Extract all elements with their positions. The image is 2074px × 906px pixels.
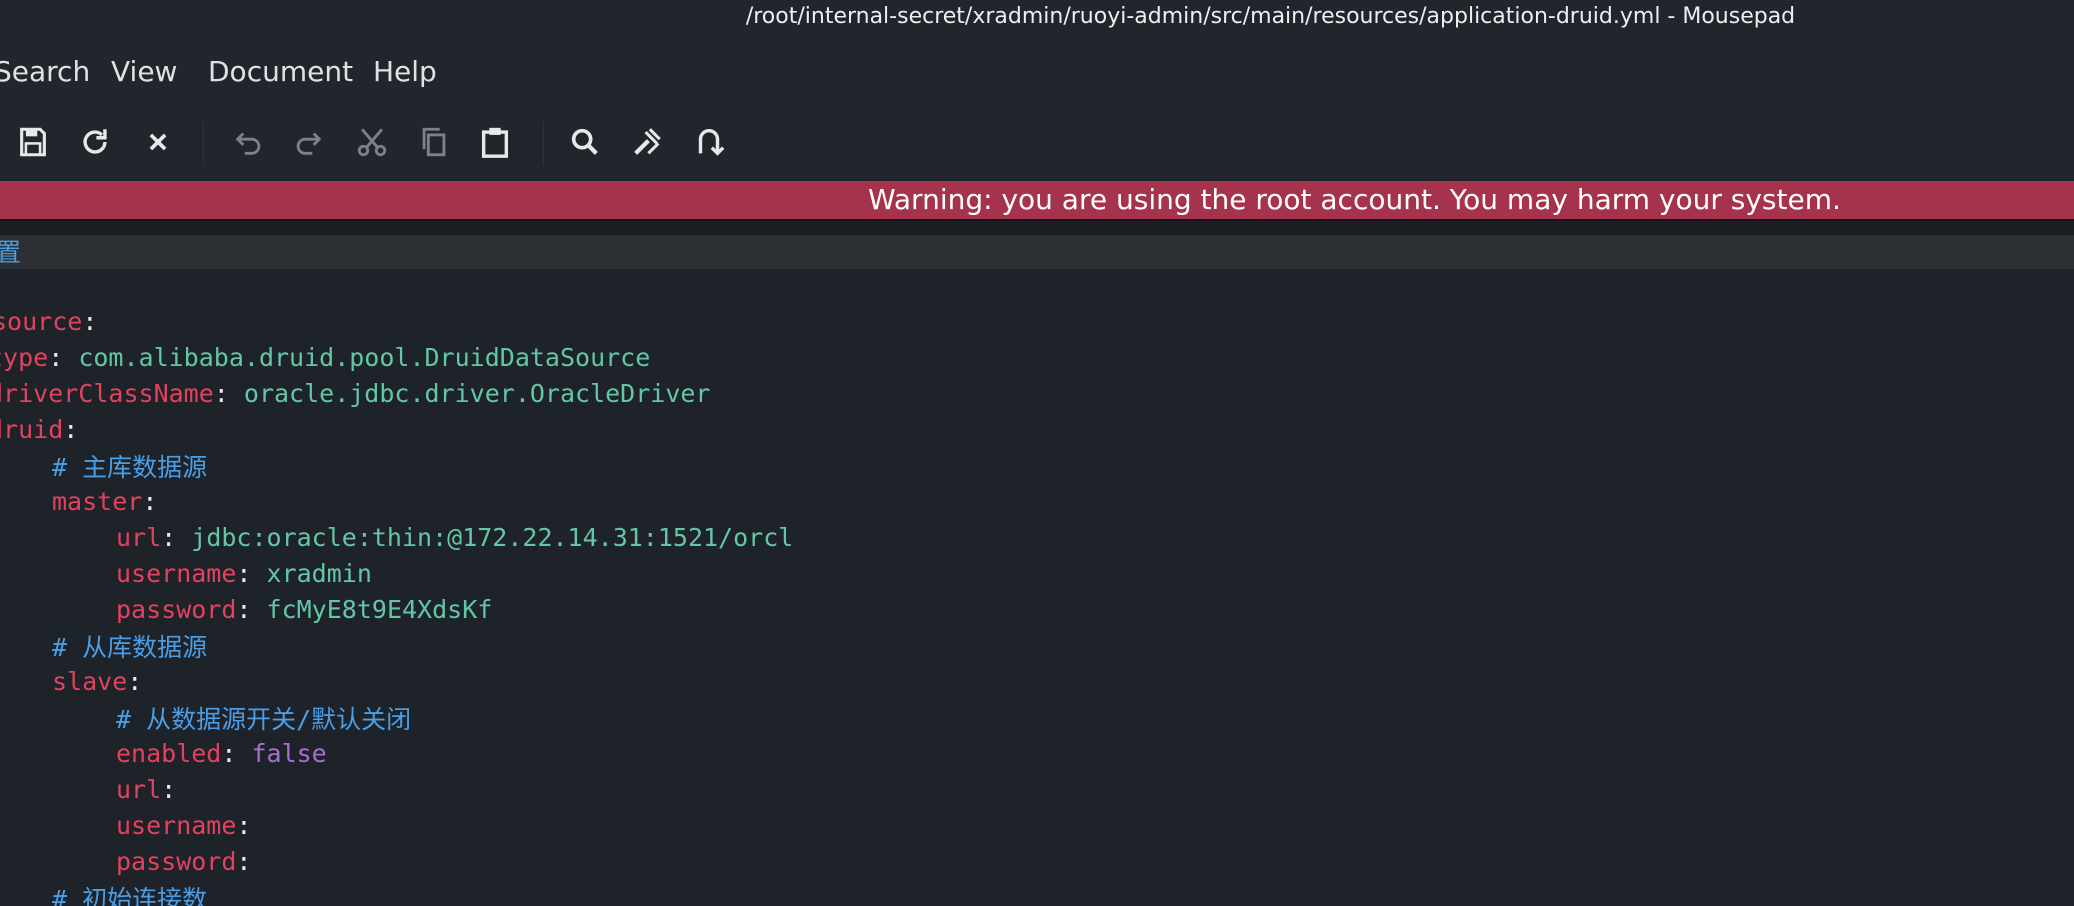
yaml-value: fcMyE8t9E4XdsKf <box>266 595 493 624</box>
code-line: master: <box>52 484 157 520</box>
yaml-boolean: false <box>251 739 327 768</box>
yaml-value: com.alibaba.druid.pool.DruidDataSource <box>78 343 651 372</box>
yaml-colon: : <box>48 343 79 372</box>
yaml-value: jdbc:oracle:thin:@172.22.14.31:1521/orcl <box>191 523 794 552</box>
code-line: username: <box>116 808 251 844</box>
yaml-comment: # 主库数据源 <box>52 453 208 482</box>
yaml-key: master <box>52 487 143 516</box>
code-line: # 从数据源开关/默认关闭 <box>116 702 411 738</box>
code-line: slave: <box>52 664 142 700</box>
code-line: # 从库数据源 <box>52 630 207 666</box>
yaml-comment: 置 <box>0 238 22 267</box>
code-line: driverClassName: oracle.jdbc.driver.Orac… <box>0 376 710 412</box>
code-editor[interactable]: 置 source: type: com.alibaba.druid.pool.D… <box>0 0 2074 906</box>
yaml-comment: # 从库数据源 <box>52 633 208 662</box>
yaml-key: driverClassName <box>0 379 214 408</box>
yaml-colon: : <box>236 595 267 624</box>
yaml-colon: : <box>161 775 177 804</box>
yaml-comment: # 初始连接数 <box>52 885 208 906</box>
yaml-comment: # 从数据源开关/默认关闭 <box>116 705 412 734</box>
yaml-key: url <box>116 775 162 804</box>
yaml-colon: : <box>236 811 252 840</box>
yaml-colon: : <box>236 847 252 876</box>
code-line: source: <box>0 304 97 340</box>
code-line: password: fcMyE8t9E4XdsKf <box>116 592 492 628</box>
code-line: username: xradmin <box>116 556 372 592</box>
yaml-colon: : <box>127 667 143 696</box>
yaml-key: slave <box>52 667 128 696</box>
yaml-colon: : <box>82 307 98 336</box>
yaml-key: type <box>0 343 49 372</box>
yaml-colon: : <box>63 415 79 444</box>
yaml-key: druid <box>0 415 64 444</box>
yaml-key: username <box>116 559 237 588</box>
yaml-colon: : <box>236 559 267 588</box>
code-line: druid: <box>0 412 78 448</box>
mousepad-window: /root/internal-secret/xradmin/ruoyi-admi… <box>0 0 2074 906</box>
yaml-colon: : <box>221 739 252 768</box>
yaml-value: oracle.jdbc.driver.OracleDriver <box>243 379 711 408</box>
code-line: password: <box>116 844 251 880</box>
code-line: # 主库数据源 <box>52 450 207 486</box>
yaml-key: url <box>116 523 162 552</box>
yaml-key: password <box>116 847 237 876</box>
code-line: # 初始连接数 <box>52 882 207 906</box>
yaml-value: xradmin <box>266 559 372 588</box>
yaml-colon: : <box>142 487 158 516</box>
yaml-key: enabled <box>116 739 222 768</box>
code-line: type: com.alibaba.druid.pool.DruidDataSo… <box>0 340 650 376</box>
yaml-key: password <box>116 595 237 624</box>
yaml-key: source <box>0 307 83 336</box>
code-line: enabled: false <box>116 736 327 772</box>
code-line: url: <box>116 772 176 808</box>
code-line: 置 <box>0 235 21 271</box>
code-line: url: jdbc:oracle:thin:@172.22.14.31:1521… <box>116 520 793 556</box>
yaml-colon: : <box>213 379 244 408</box>
yaml-key: username <box>116 811 237 840</box>
yaml-colon: : <box>161 523 192 552</box>
